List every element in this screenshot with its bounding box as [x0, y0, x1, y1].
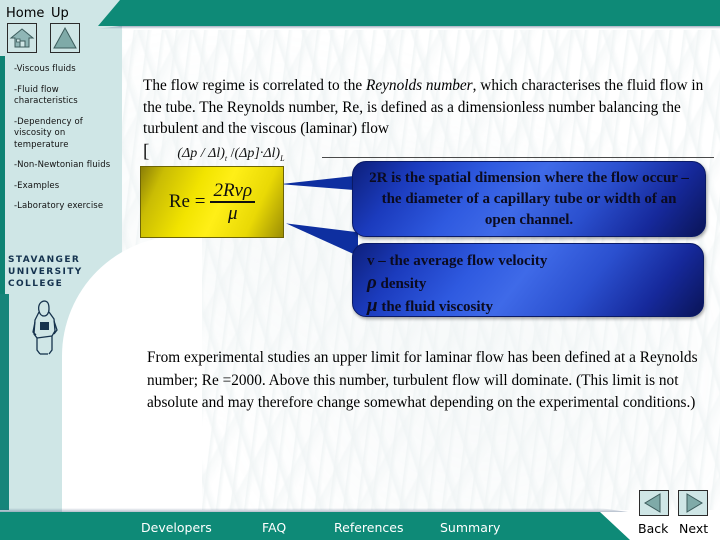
home-button[interactable] — [7, 23, 37, 53]
intro-paragraph: The flow regime is correlated to the Rey… — [143, 75, 715, 140]
callout-variable-definitions: v – the average flow velocity ρ density … — [352, 243, 704, 317]
limit-paragraph: From experimental studies an upper limit… — [147, 349, 698, 411]
top-navigation: Home Up — [0, 0, 122, 58]
next-label: Next — [679, 521, 709, 536]
variable-row-density: ρ density — [367, 272, 703, 295]
callout2-connector — [286, 223, 358, 256]
logo-line-3: COLLEGE — [8, 279, 64, 289]
sidebar-item-dependency-of-viscosity[interactable]: -Dependency of viscosity on temperature — [14, 117, 112, 152]
header-bar-shadow — [96, 26, 720, 29]
formula-denominator-subscript: L — [280, 153, 285, 163]
sidebar-item-laboratory-exercise[interactable]: -Laboratory exercise — [14, 201, 112, 213]
density-description: density — [380, 276, 427, 292]
intro-text-part1: The flow regime is correlated to the — [143, 77, 366, 94]
up-button[interactable] — [50, 23, 80, 53]
sidebar-accent-strip-upper — [0, 56, 5, 294]
next-button[interactable] — [678, 490, 708, 516]
equation-denominator: μ — [228, 203, 238, 224]
right-triangle-icon — [686, 493, 703, 513]
logo-line-1: STAVANGER — [8, 255, 81, 265]
symbol-v: v — [367, 253, 375, 269]
sidebar-item-non-newtonian-fluids[interactable]: -Non-Newtonian fluids — [14, 160, 112, 172]
reynolds-equation: Re = 2Rvρ μ — [168, 180, 256, 224]
up-label: Up — [51, 6, 69, 21]
bottom-bar — [0, 512, 630, 540]
equation-numerator: 2Rvρ — [213, 180, 253, 201]
callout1-connector — [280, 176, 354, 190]
person-statue-icon — [24, 298, 66, 361]
sidebar-nav-list: -Viscous fluids -Fluid flow characterist… — [14, 64, 112, 222]
variable-row-viscosity: μ the fluid viscosity — [367, 295, 703, 318]
back-button[interactable] — [639, 490, 669, 516]
callout-2r-text: 2R is the spatial dimension where the fl… — [369, 169, 689, 228]
bottom-link-faq[interactable]: FAQ — [262, 520, 286, 535]
header-bar — [98, 0, 720, 26]
reynolds-number-italic: Reynolds number — [366, 77, 473, 94]
formula-numerator: (Δp / Δl) — [177, 146, 225, 161]
sidebar-item-examples[interactable]: -Examples — [14, 181, 112, 193]
viscosity-description: the fluid viscosity — [381, 299, 494, 315]
bottom-link-references[interactable]: References — [334, 520, 403, 535]
up-triangle-icon — [53, 26, 77, 49]
symbol-rho: ρ — [367, 272, 377, 293]
home-icon — [9, 28, 35, 48]
variable-row-velocity: v – the average flow velocity — [367, 251, 703, 272]
university-logo: STAVANGER UNIVERSITY COLLEGE — [8, 254, 104, 355]
bottom-link-developers[interactable]: Developers — [141, 520, 212, 535]
sidebar-item-viscous-fluids[interactable]: -Viscous fluids — [14, 64, 112, 76]
formula-bracket: [ — [143, 141, 150, 162]
formula-separator: / — [227, 146, 235, 161]
symbol-mu: μ — [367, 295, 378, 316]
bottom-link-summary[interactable]: Summary — [440, 520, 500, 535]
horizontal-divider — [322, 157, 714, 158]
equation-fraction: 2Rvρ μ — [210, 180, 256, 224]
sidebar-accent-strip-lower — [0, 294, 9, 510]
equation-lhs: Re = — [168, 191, 206, 212]
logo-line-2: UNIVERSITY — [8, 267, 83, 277]
left-triangle-icon — [644, 493, 661, 513]
formula-denominator: (Δp]·Δl) — [234, 146, 281, 161]
ratio-formula: [(Δp / Δl)t /(Δp]·Δl)L — [143, 141, 285, 163]
reynolds-equation-box: Re = 2Rvρ μ — [140, 166, 284, 238]
sidebar-item-fluid-flow-characteristics[interactable]: -Fluid flow characteristics — [14, 85, 112, 108]
bottom-bar-shadow — [0, 508, 628, 512]
callout-2r-definition: 2R is the spatial dimension where the fl… — [352, 161, 706, 237]
home-label: Home — [6, 6, 45, 21]
slide-canvas: Home Up -Viscous fluids -Fluid flow char… — [0, 0, 720, 540]
velocity-description: – the average flow velocity — [378, 253, 548, 269]
back-label: Back — [638, 521, 669, 536]
